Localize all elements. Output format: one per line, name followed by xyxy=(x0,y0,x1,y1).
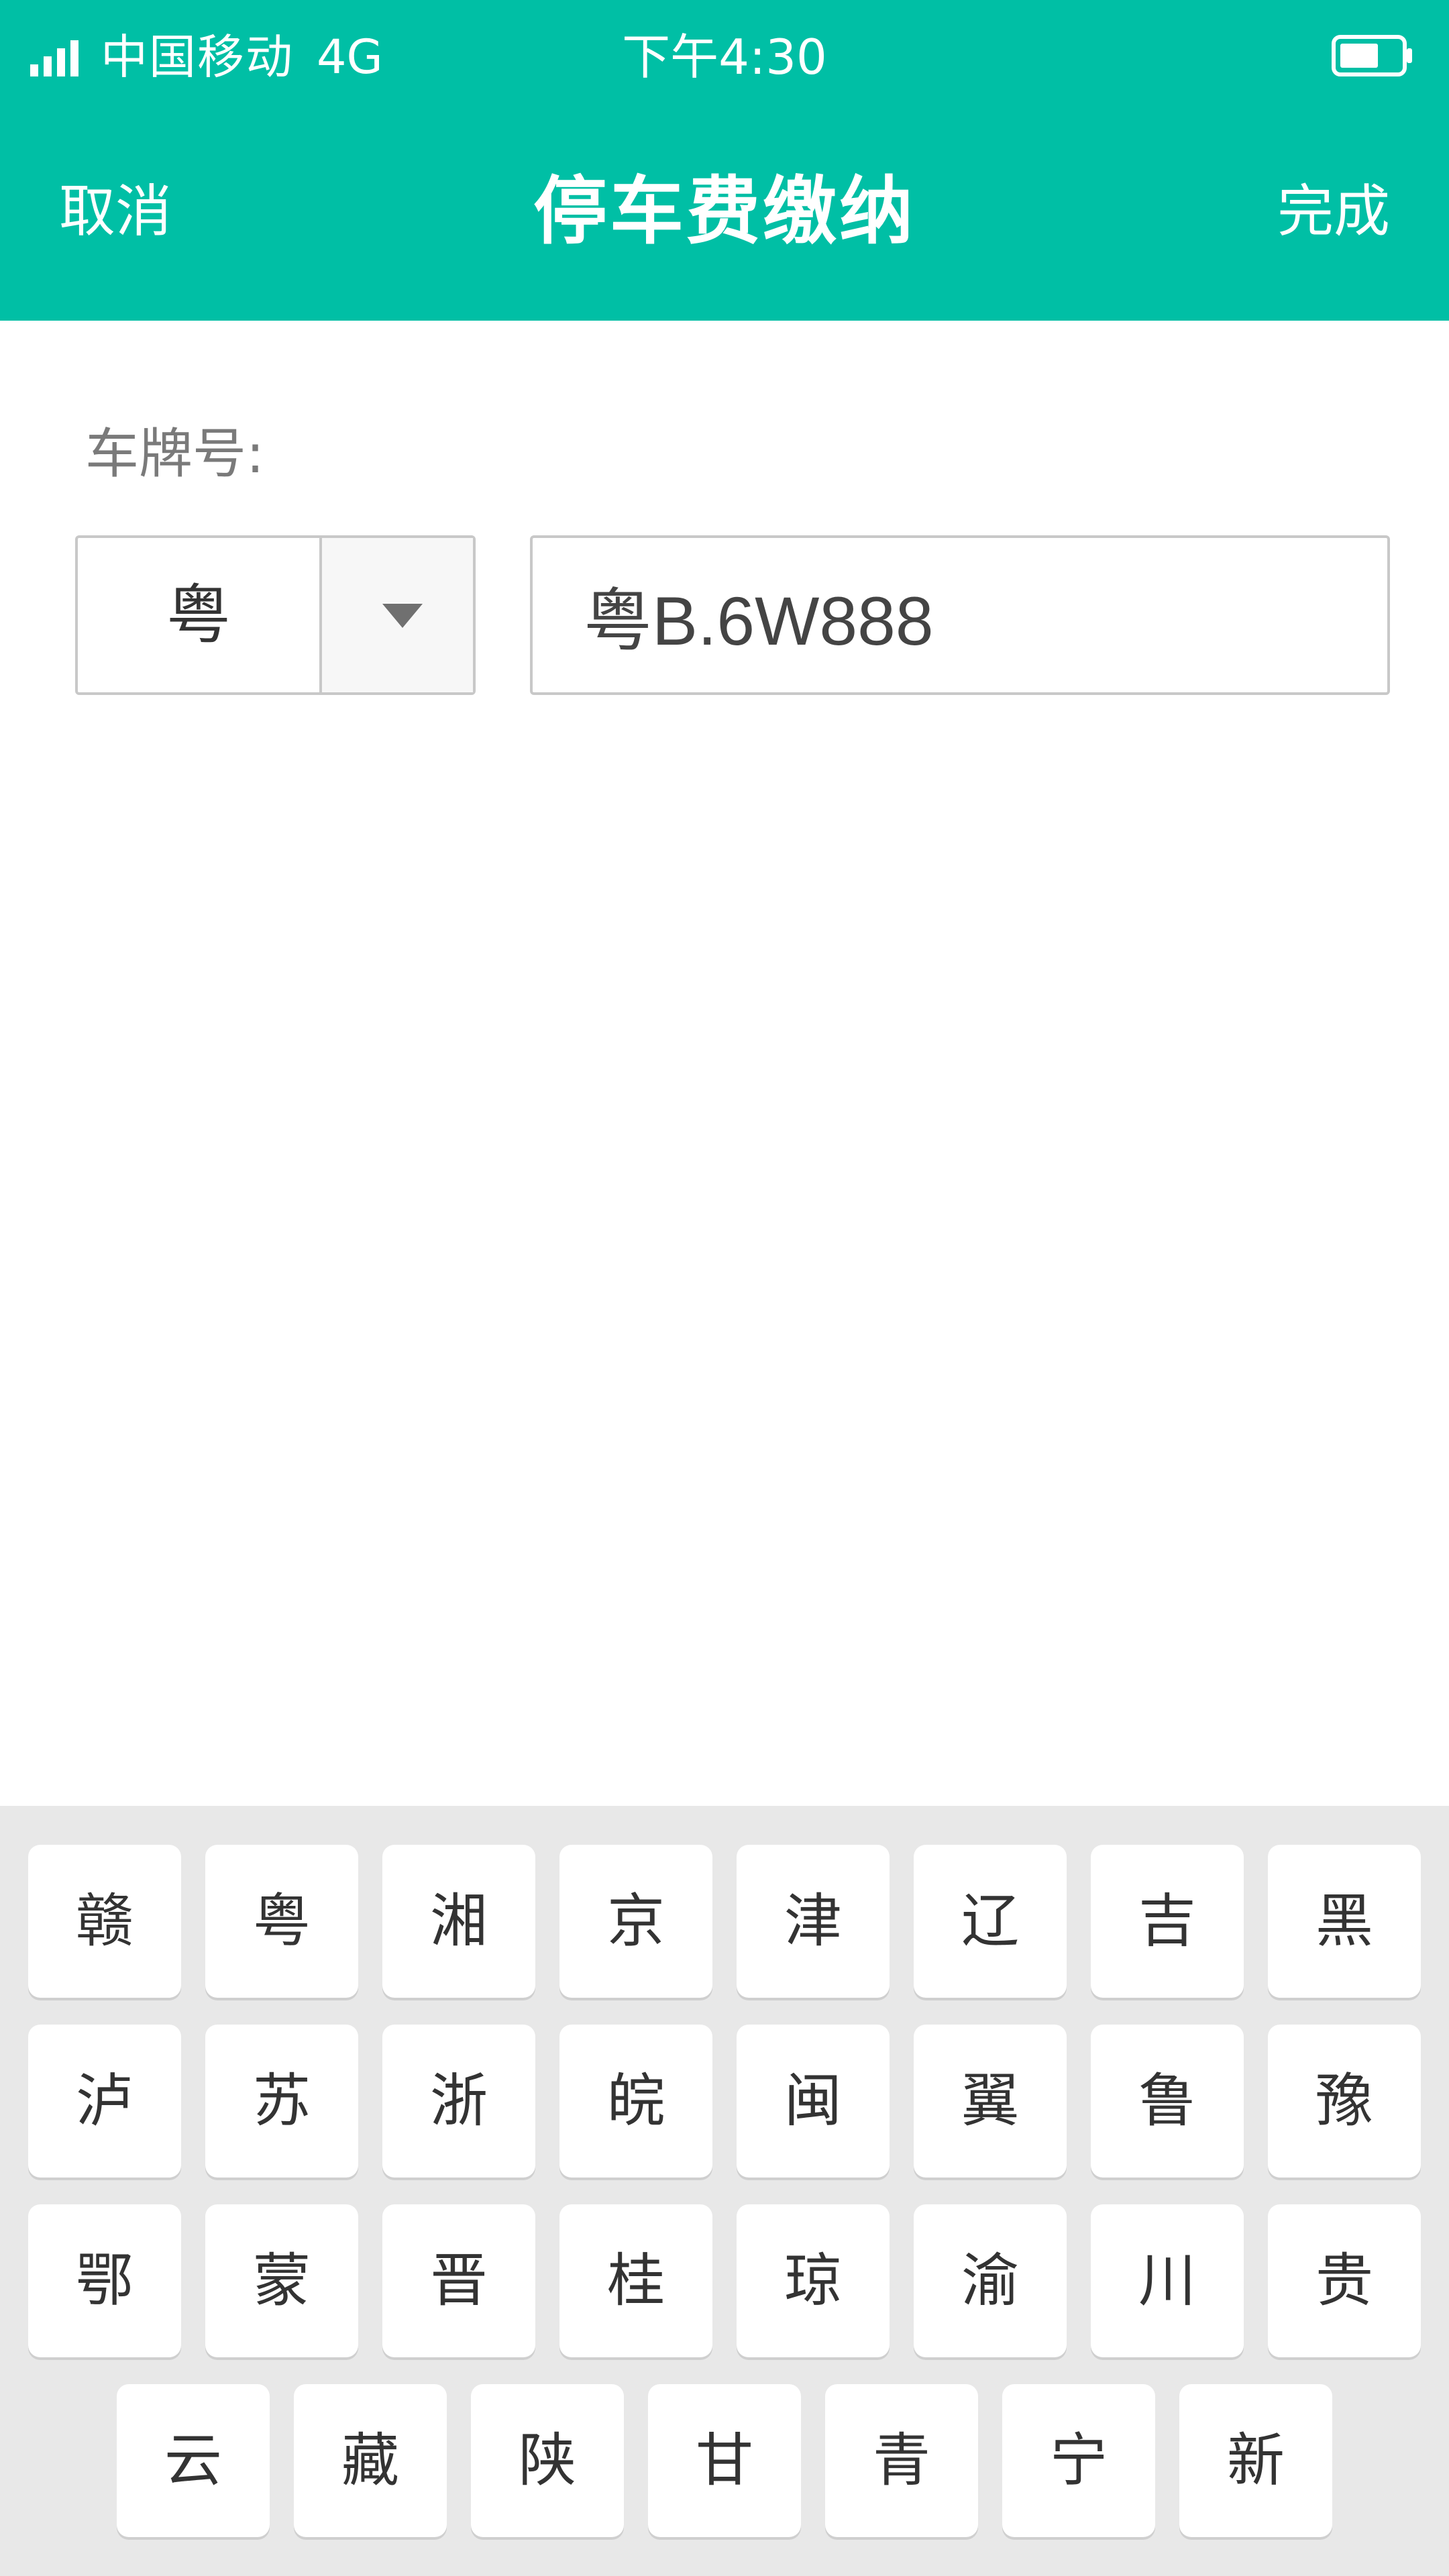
keyboard-key[interactable]: 川 xyxy=(1091,2204,1244,2357)
keyboard-key[interactable]: 京 xyxy=(559,1845,712,1998)
keyboard-key[interactable]: 闽 xyxy=(737,2025,890,2178)
plate-number-input[interactable] xyxy=(530,535,1390,695)
keyboard-key[interactable]: 赣 xyxy=(28,1845,181,1998)
app-header: 中国移动 4G 下午4:30 取消 停车费缴纳 完成 xyxy=(0,0,1449,321)
keyboard-key[interactable]: 甘 xyxy=(648,2384,801,2537)
nav-bar: 取消 停车费缴纳 完成 xyxy=(0,161,1449,262)
province-keyboard: 赣粤湘京津辽吉黑泸苏浙皖闽翼鲁豫鄂蒙晋桂琼渝川贵云藏陕甘青宁新 xyxy=(0,1806,1449,2576)
done-button[interactable]: 完成 xyxy=(1277,174,1390,248)
province-dropdown-button[interactable] xyxy=(319,538,473,692)
plate-number-label: 车牌号: xyxy=(85,423,264,485)
keyboard-key[interactable]: 鲁 xyxy=(1091,2025,1244,2178)
keyboard-key[interactable]: 泸 xyxy=(28,2025,181,2178)
keyboard-key[interactable]: 苏 xyxy=(205,2025,358,2178)
province-value: 粤 xyxy=(166,578,231,653)
keyboard-key[interactable]: 津 xyxy=(737,1845,890,1998)
keyboard-key[interactable]: 皖 xyxy=(559,2025,712,2178)
chevron-down-icon xyxy=(382,604,423,628)
keyboard-key[interactable]: 翼 xyxy=(914,2025,1067,2178)
page-title: 停车费缴纳 xyxy=(533,168,916,254)
keyboard-key[interactable]: 桂 xyxy=(559,2204,712,2357)
keyboard-key[interactable]: 黑 xyxy=(1268,1845,1421,1998)
keyboard-key[interactable]: 鄂 xyxy=(28,2204,181,2357)
keyboard-key[interactable]: 渝 xyxy=(914,2204,1067,2357)
province-select[interactable]: 粤 xyxy=(75,535,476,695)
keyboard-key[interactable]: 晋 xyxy=(382,2204,535,2357)
status-bar: 中国移动 4G 下午4:30 xyxy=(0,0,1449,114)
keyboard-key[interactable]: 藏 xyxy=(294,2384,447,2537)
keyboard-key[interactable]: 云 xyxy=(117,2384,270,2537)
keyboard-key[interactable]: 琼 xyxy=(737,2204,890,2357)
keyboard-key[interactable]: 湘 xyxy=(382,1845,535,1998)
keyboard-key[interactable]: 宁 xyxy=(1002,2384,1155,2537)
keyboard-key[interactable]: 粤 xyxy=(205,1845,358,1998)
keyboard-key[interactable]: 贵 xyxy=(1268,2204,1421,2357)
keyboard-key[interactable]: 浙 xyxy=(382,2025,535,2178)
keyboard-key[interactable]: 新 xyxy=(1179,2384,1332,2537)
battery-icon xyxy=(1332,35,1412,76)
keyboard-key[interactable]: 陕 xyxy=(471,2384,624,2537)
status-time: 下午4:30 xyxy=(622,29,827,85)
keyboard-key[interactable]: 吉 xyxy=(1091,1845,1244,1998)
keyboard-key[interactable]: 豫 xyxy=(1268,2025,1421,2178)
keyboard-key[interactable]: 蒙 xyxy=(205,2204,358,2357)
keyboard-key[interactable]: 青 xyxy=(825,2384,978,2537)
keyboard-key[interactable]: 辽 xyxy=(914,1845,1067,1998)
